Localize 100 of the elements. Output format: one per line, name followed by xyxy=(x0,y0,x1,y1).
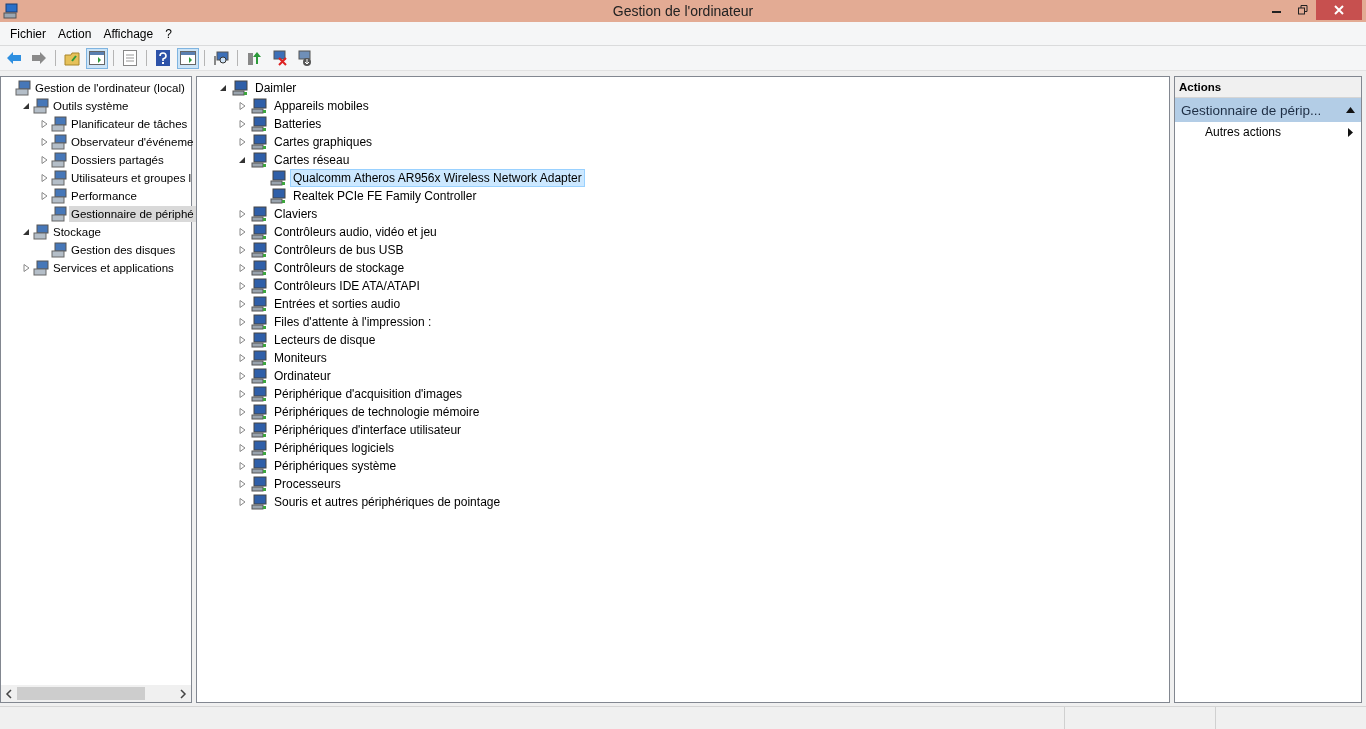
monitor-download-icon xyxy=(296,50,312,66)
restore-icon xyxy=(1298,5,1308,15)
menu-item[interactable]: ? xyxy=(159,24,178,43)
submenu-arrow-icon xyxy=(1348,127,1353,137)
tree-item[interactable]: Appareils mobiles xyxy=(271,97,372,115)
device-icon xyxy=(251,278,267,294)
collapsed-arrow-icon[interactable] xyxy=(238,480,246,488)
tree-item[interactable]: Cartes graphiques xyxy=(271,133,376,151)
tree-item[interactable]: Périphériques logiciels xyxy=(271,439,398,457)
tree-item[interactable]: Performance xyxy=(69,188,139,204)
tree-item[interactable]: Processeurs xyxy=(271,475,344,493)
up-arrow-device-icon xyxy=(246,50,262,66)
scroll-left-icon[interactable] xyxy=(5,688,13,699)
tree-item[interactable]: Realtek PCIe FE Family Controller xyxy=(290,187,480,205)
collapsed-arrow-icon[interactable] xyxy=(40,156,48,164)
tree-item[interactable]: Planificateur de tâches xyxy=(69,116,190,132)
menu-item[interactable]: Fichier xyxy=(4,24,52,43)
tree-item[interactable]: Contrôleurs audio, vidéo et jeu xyxy=(271,223,440,241)
collapsed-arrow-icon[interactable] xyxy=(238,498,246,506)
pane-icon xyxy=(180,51,196,65)
expanded-arrow-icon[interactable] xyxy=(238,156,246,164)
collapsed-arrow-icon[interactable] xyxy=(238,120,246,128)
console-node-icon xyxy=(51,206,67,222)
collapsed-arrow-icon[interactable] xyxy=(238,300,246,308)
collapsed-arrow-icon[interactable] xyxy=(238,210,246,218)
tree-item[interactable]: Ordinateur xyxy=(271,367,334,385)
console-node-icon xyxy=(51,188,67,204)
collapsed-arrow-icon[interactable] xyxy=(238,336,246,344)
menu-item[interactable]: Affichage xyxy=(97,24,160,43)
tree-item[interactable]: Gestion de l'ordinateur (local) xyxy=(33,80,187,96)
collapsed-arrow-icon[interactable] xyxy=(238,102,246,110)
toolbar-button[interactable] xyxy=(177,47,199,69)
scroll-right-icon[interactable] xyxy=(179,688,187,699)
tree-item[interactable]: Qualcomm Atheros AR956x Wireless Network Adapter xyxy=(290,169,585,187)
collapsed-arrow-icon[interactable] xyxy=(40,138,48,146)
console-node-icon xyxy=(51,242,67,258)
collapsed-arrow-icon[interactable] xyxy=(238,408,246,416)
tree-item[interactable]: Contrôleurs de bus USB xyxy=(271,241,407,259)
collapsed-arrow-icon[interactable] xyxy=(40,192,48,200)
collapsed-arrow-icon[interactable] xyxy=(238,264,246,272)
expanded-arrow-icon[interactable] xyxy=(219,84,227,92)
tree-item[interactable]: Périphérique d'acquisition d'images xyxy=(271,385,466,403)
actions-section-header[interactable]: Gestionnaire de périp... xyxy=(1175,98,1361,122)
tree-item[interactable]: Contrôleurs de stockage xyxy=(271,259,408,277)
collapsed-arrow-icon[interactable] xyxy=(238,228,246,236)
tree-item[interactable]: Stockage xyxy=(51,224,103,240)
tree-item[interactable]: Daimler xyxy=(252,79,300,97)
device-icon xyxy=(251,368,267,384)
tree-item[interactable]: Entrées et sorties audio xyxy=(271,295,404,313)
collapsed-arrow-icon[interactable] xyxy=(238,138,246,146)
tree-item[interactable]: Services et applications xyxy=(51,260,176,276)
expanded-arrow-icon[interactable] xyxy=(22,102,30,110)
monitor-search-icon xyxy=(213,50,229,66)
tree-item[interactable]: Périphériques d'interface utilisateur xyxy=(271,421,465,439)
collapsed-arrow-icon[interactable] xyxy=(238,390,246,398)
tree-item[interactable]: Gestionnaire de périphé xyxy=(69,206,196,222)
help-icon xyxy=(156,50,170,66)
collapsed-arrow-icon[interactable] xyxy=(238,372,246,380)
close-button[interactable] xyxy=(1316,0,1362,20)
document-icon xyxy=(123,50,137,66)
tree-item[interactable]: Claviers xyxy=(271,205,321,223)
tree-item[interactable]: Périphériques système xyxy=(271,457,400,475)
collapsed-arrow-icon[interactable] xyxy=(238,444,246,452)
collapsed-arrow-icon[interactable] xyxy=(238,246,246,254)
tree-item[interactable]: Outils système xyxy=(51,98,131,114)
device-icon xyxy=(251,494,267,510)
collapsed-arrow-icon[interactable] xyxy=(40,174,48,182)
action-item[interactable]: Autres actions xyxy=(1175,122,1361,142)
toolbar-button[interactable] xyxy=(86,47,108,69)
device-icon xyxy=(251,440,267,456)
tree-item[interactable]: Périphériques de technologie mémoire xyxy=(271,403,483,421)
computer-icon xyxy=(3,3,19,19)
tree-item[interactable]: Utilisateurs et groupes l xyxy=(69,170,194,186)
expanded-arrow-icon[interactable] xyxy=(22,228,30,236)
menu-item[interactable]: Action xyxy=(52,24,98,43)
tree-item[interactable]: Files d'attente à l'impression : xyxy=(271,313,435,331)
tree-item[interactable]: Contrôleurs IDE ATA/ATAPI xyxy=(271,277,423,295)
scroll-thumb[interactable] xyxy=(17,687,145,700)
tree-item[interactable]: Gestion des disques xyxy=(69,242,178,258)
collapsed-arrow-icon[interactable] xyxy=(40,120,48,128)
horizontal-scrollbar[interactable] xyxy=(1,685,191,702)
tree-item[interactable]: Batteries xyxy=(271,115,325,133)
right-arrow-icon xyxy=(31,51,47,65)
collapsed-arrow-icon[interactable] xyxy=(238,354,246,362)
collapse-icon[interactable] xyxy=(1346,107,1355,113)
collapsed-arrow-icon[interactable] xyxy=(238,318,246,326)
collapsed-arrow-icon[interactable] xyxy=(22,264,30,272)
tree-item[interactable]: Moniteurs xyxy=(271,349,330,367)
tree-item[interactable]: Lecteurs de disque xyxy=(271,331,379,349)
tree-item[interactable]: Souris et autres périphériques de pointage xyxy=(271,493,504,511)
tree-item[interactable]: Observateur d'événeme xyxy=(69,134,196,150)
folder-icon xyxy=(64,50,80,66)
tree-item[interactable]: Dossiers partagés xyxy=(69,152,166,168)
collapsed-arrow-icon[interactable] xyxy=(238,462,246,470)
device-icon xyxy=(251,242,267,258)
collapsed-arrow-icon[interactable] xyxy=(238,426,246,434)
collapsed-arrow-icon[interactable] xyxy=(238,282,246,290)
device-icon xyxy=(251,206,267,222)
device-icon xyxy=(270,170,286,186)
tree-item[interactable]: Cartes réseau xyxy=(271,151,353,169)
